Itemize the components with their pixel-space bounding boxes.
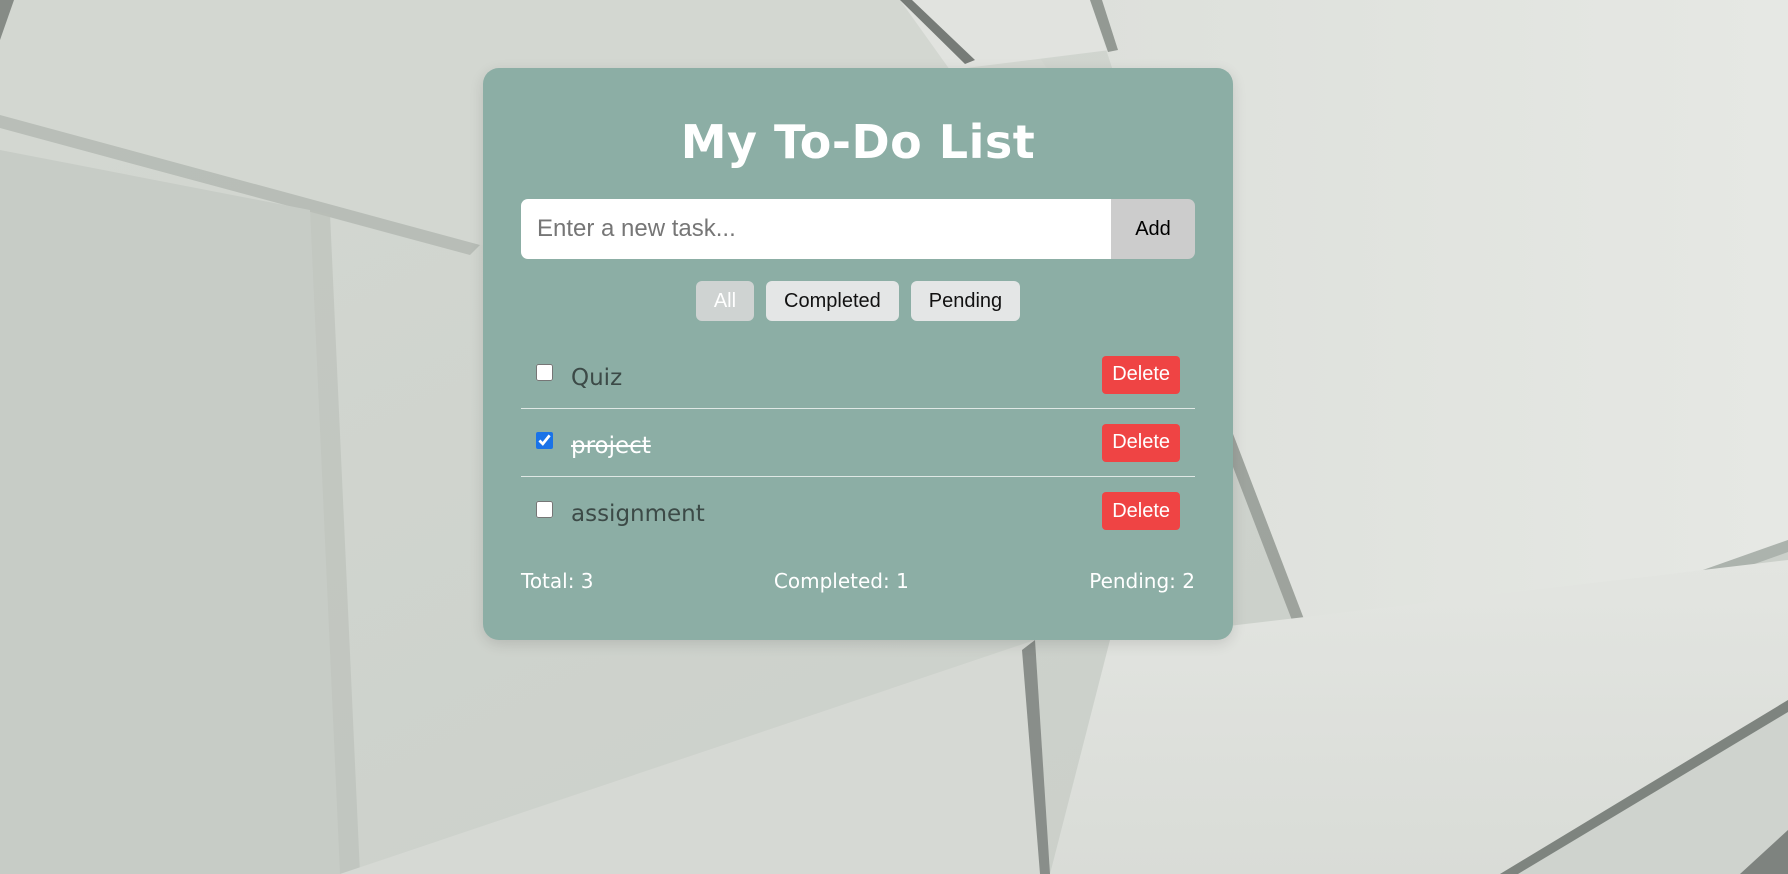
delete-button[interactable]: Delete [1102, 492, 1180, 530]
delete-button[interactable]: Delete [1102, 423, 1180, 462]
page-title: My To-Do List [680, 115, 1036, 169]
stat-total: Total: 3 [521, 569, 594, 593]
task-item: assignment Delete [521, 477, 1195, 545]
task-item: project Delete [521, 409, 1195, 477]
stat-pending: Pending: 2 [1089, 569, 1195, 593]
task-checkbox[interactable] [536, 432, 553, 449]
add-button[interactable]: Add [1111, 199, 1195, 259]
task-text: project [571, 432, 651, 459]
task-text: Quiz [571, 364, 623, 391]
add-task-row: Add [521, 199, 1195, 259]
task-text: assignment [571, 501, 705, 527]
filter-all-button[interactable]: All [695, 281, 755, 321]
task-checkbox[interactable] [536, 364, 553, 381]
stat-completed: Completed: 1 [773, 569, 909, 593]
task-input[interactable] [521, 199, 1111, 259]
filter-pending-button[interactable]: Pending [910, 281, 1021, 321]
task-item: Quiz Delete [521, 341, 1195, 409]
filter-completed-button[interactable]: Completed [766, 281, 899, 321]
delete-button[interactable]: Delete [1102, 355, 1180, 394]
task-stats: Total: 3 Completed: 1 Pending: 2 [521, 569, 1195, 593]
task-checkbox[interactable] [536, 500, 553, 518]
todo-card: My To-Do List Add All Completed Pending … [483, 68, 1233, 640]
task-list: Quiz Delete project Delete assignment De… [521, 341, 1195, 545]
filter-bar: All Completed Pending [521, 281, 1195, 321]
